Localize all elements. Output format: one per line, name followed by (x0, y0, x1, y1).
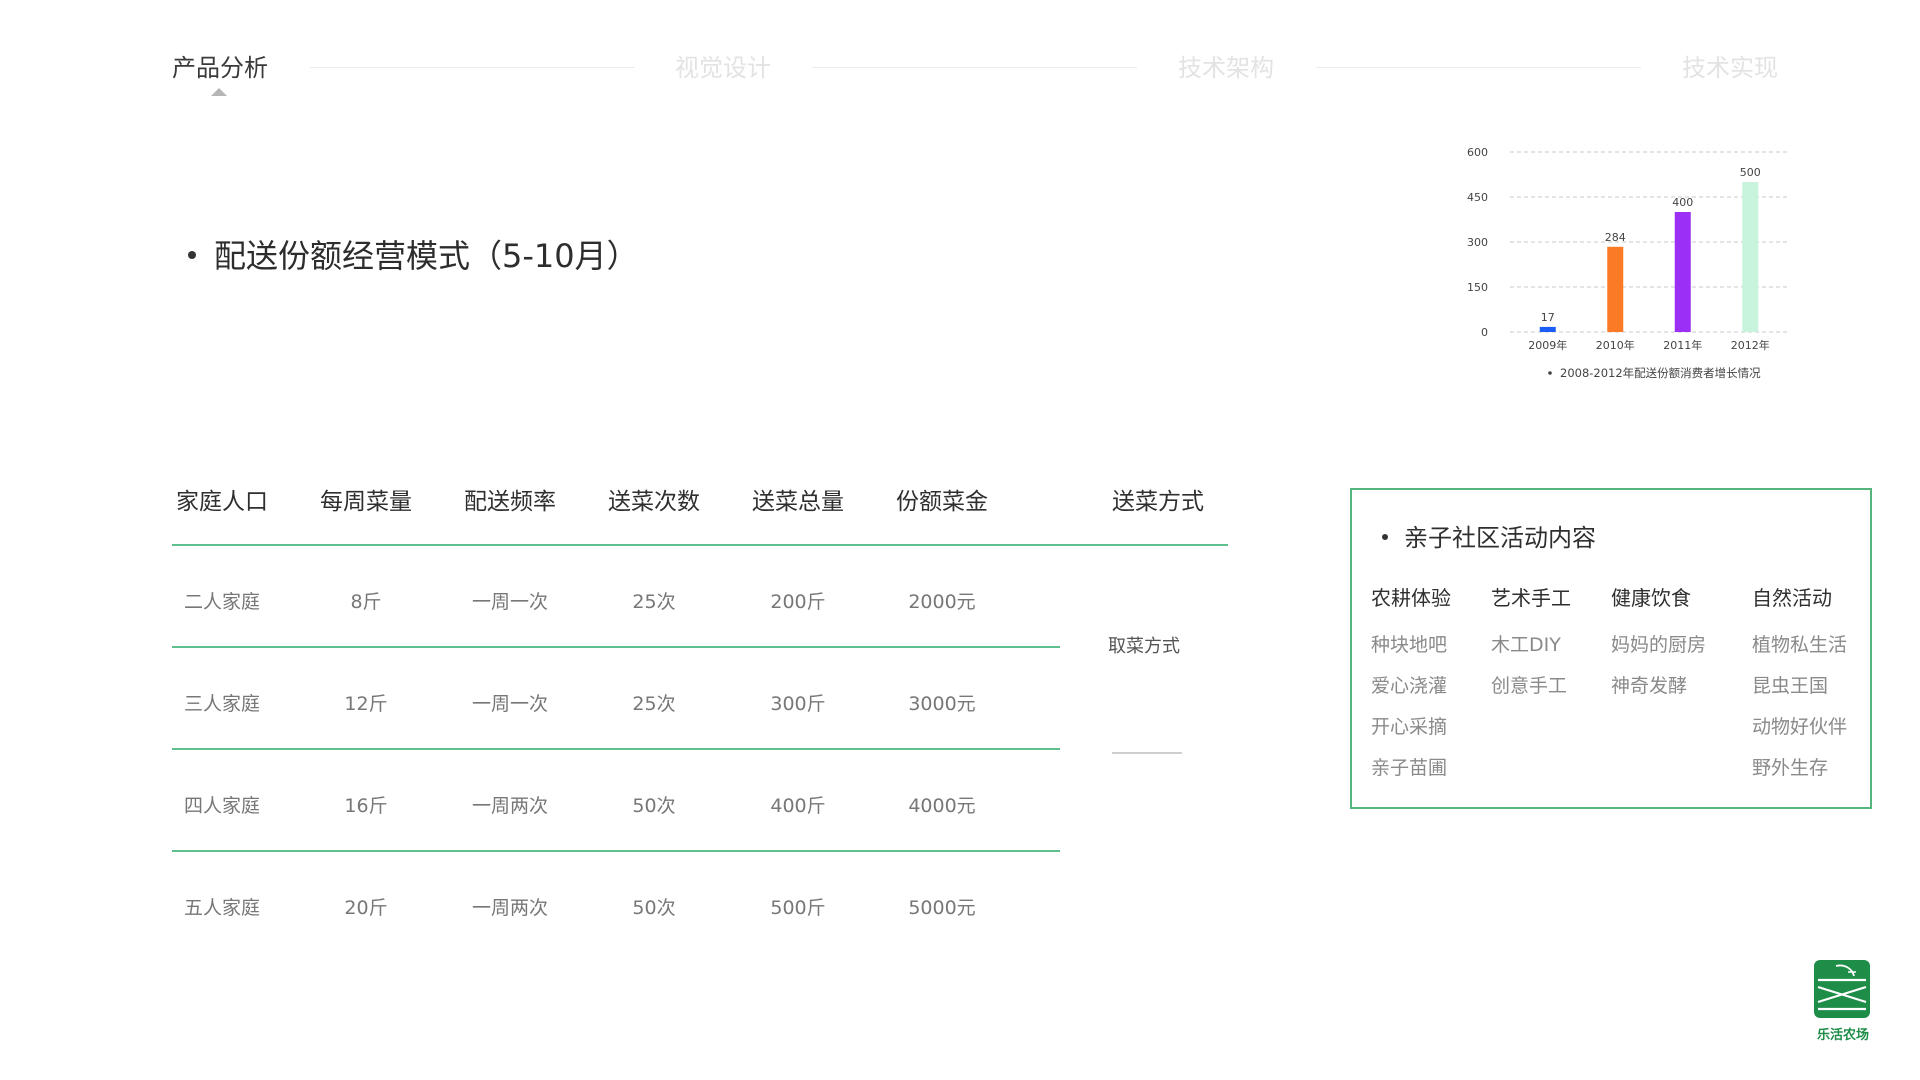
table-row-divider (172, 646, 1060, 648)
table-cell: 五人家庭 (183, 897, 260, 919)
chart-caption-bullet-icon (1548, 371, 1552, 375)
chart-x-tick-label: 2009年 (1528, 338, 1567, 352)
table-cell: 25次 (632, 591, 676, 613)
activity-item: 动物好伙伴 (1752, 716, 1848, 738)
activity-column-nature: 自然活动 植物私生活 昆虫王国 动物好伙伴 野外生存 (1752, 584, 1847, 796)
brand-name: 乐活农场 (1816, 1028, 1869, 1043)
active-tab-caret-icon (211, 88, 227, 96)
activity-column-heading: 艺术手工 (1491, 586, 1571, 610)
consumer-growth-bar-chart: 0 150 300 450 600 17 2009年 284 2010年 400 2011年 500 2… (1467, 146, 1790, 380)
table-cell: 一周一次 (471, 591, 548, 613)
chart-data-label: 500 (1740, 166, 1761, 179)
chart-y-tick-label: 600 (1467, 146, 1488, 159)
chart-x-tick-label: 2012年 (1731, 338, 1770, 352)
table-header-total-amount: 送菜总量 (752, 489, 844, 515)
nav-tab-product-analysis[interactable]: 产品分析 (172, 53, 268, 83)
family-activity-panel: 亲子社区活动内容 农耕体验 种块地吧 爱心浇灌 开心采摘 亲子苗圃 艺术手工 木… (1350, 488, 1872, 809)
table-cell: 500斤 (770, 897, 826, 919)
activity-item: 开心采摘 (1371, 716, 1448, 738)
nav-tab-visual-design[interactable]: 视觉设计 (675, 53, 771, 83)
farm-field-logo-icon (1814, 960, 1870, 1018)
table-cell: 三人家庭 (183, 693, 260, 715)
activity-item: 亲子苗圃 (1371, 757, 1448, 779)
table-row-divider (172, 850, 1060, 852)
table-cell: 20斤 (344, 897, 388, 919)
chart-data-label: 400 (1672, 196, 1693, 209)
table-cell: 300斤 (770, 693, 826, 715)
table-cell: 50次 (632, 897, 676, 919)
nav-divider-line (310, 67, 635, 68)
table-cell: 25次 (632, 693, 676, 715)
chart-y-tick-label: 450 (1467, 191, 1488, 204)
table-cell: 8斤 (350, 591, 382, 613)
activity-column-healthy-diet: 健康饮食 妈妈的厨房 神奇发酵 (1611, 584, 1706, 714)
chart-y-tick-label: 0 (1481, 326, 1488, 339)
table-cell: 5000元 (908, 897, 976, 919)
table-cell: 4000元 (908, 795, 976, 817)
bullet-icon (1382, 534, 1388, 540)
activity-column-farming: 农耕体验 种块地吧 爱心浇灌 开心采摘 亲子苗圃 (1371, 584, 1451, 796)
chart-x-tick-label: 2011年 (1663, 338, 1702, 352)
chart-bar (1607, 246, 1624, 332)
chart-x-tick-label: 2010年 (1596, 338, 1635, 352)
table-cell: 50次 (632, 795, 676, 817)
nav-divider-line (812, 67, 1137, 68)
activity-item: 植物私生活 (1752, 634, 1848, 656)
bullet-icon (188, 251, 196, 259)
table-cell: 400斤 (770, 795, 826, 817)
activity-panel-title: 亲子社区活动内容 (1382, 518, 1596, 553)
table-header-share-fee: 份额菜金 (896, 489, 988, 515)
activity-item: 爱心浇灌 (1371, 675, 1448, 697)
table-cell: 一周一次 (471, 693, 548, 715)
table-row-divider (172, 748, 1060, 750)
activity-item: 木工DIY (1491, 634, 1561, 656)
section-title: 配送份额经营模式（5-10月） (188, 234, 639, 278)
activity-item: 创意手工 (1491, 675, 1568, 697)
nav-divider-line (1316, 67, 1641, 68)
table-header-delivery-count: 送菜次数 (608, 489, 700, 515)
activity-item: 妈妈的厨房 (1611, 634, 1707, 656)
clipped-text-fragment (1112, 752, 1182, 756)
activity-column-heading: 健康饮食 (1611, 586, 1691, 610)
activity-item: 种块地吧 (1371, 634, 1448, 656)
table-cell: 12斤 (344, 693, 388, 715)
table-cell: 二人家庭 (183, 591, 260, 613)
table-cell: 200斤 (770, 591, 826, 613)
chart-y-tick-label: 300 (1467, 236, 1488, 249)
chart-data-label: 284 (1605, 231, 1626, 244)
table-cell: 16斤 (344, 795, 388, 817)
activity-panel-title-text: 亲子社区活动内容 (1404, 524, 1596, 552)
table-cell: 一周两次 (471, 795, 548, 817)
table-header-weekly-amount: 每周菜量 (320, 489, 412, 515)
chart-bar (1742, 182, 1759, 332)
activity-column-handicraft: 艺术手工 木工DIY 创意手工 (1491, 584, 1571, 714)
table-header-divider (172, 544, 1228, 546)
table-header-family-size: 家庭人口 (176, 489, 268, 515)
nav-tab-tech-architecture[interactable]: 技术架构 (1178, 53, 1274, 83)
activity-item: 昆虫王国 (1752, 675, 1829, 697)
table-header-delivery-method: 送菜方式 (1112, 489, 1204, 515)
table-cell: 一周两次 (471, 897, 548, 919)
brand-logo: 乐活农场 (1814, 960, 1872, 1046)
chart-data-label: 17 (1541, 311, 1555, 324)
table-cell: 2000元 (908, 591, 976, 613)
chart-caption: 2008-2012年配送份额消费者增长情况 (1560, 366, 1761, 380)
table-header-frequency: 配送频率 (464, 489, 556, 515)
top-navigation: 产品分析 视觉设计 技术架构 技术实现 (0, 0, 1920, 110)
delivery-plan-table: 家庭人口 每周菜量 配送频率 送菜次数 送菜总量 份额菜金 送菜方式 二人家庭 … (172, 470, 1228, 940)
delivery-method-value: 取菜方式 (1108, 636, 1180, 657)
nav-tab-tech-implementation[interactable]: 技术实现 (1682, 53, 1778, 83)
chart-bar (1539, 326, 1556, 332)
chart-bar (1674, 212, 1691, 332)
table-cell: 3000元 (908, 693, 976, 715)
chart-y-tick-label: 150 (1467, 281, 1488, 294)
activity-item: 神奇发酵 (1611, 675, 1688, 697)
activity-item: 野外生存 (1752, 757, 1829, 779)
table-cell: 四人家庭 (183, 795, 260, 817)
section-title-text: 配送份额经营模式（5-10月） (214, 237, 639, 275)
activity-column-heading: 自然活动 (1752, 586, 1832, 610)
activity-column-heading: 农耕体验 (1371, 586, 1451, 610)
